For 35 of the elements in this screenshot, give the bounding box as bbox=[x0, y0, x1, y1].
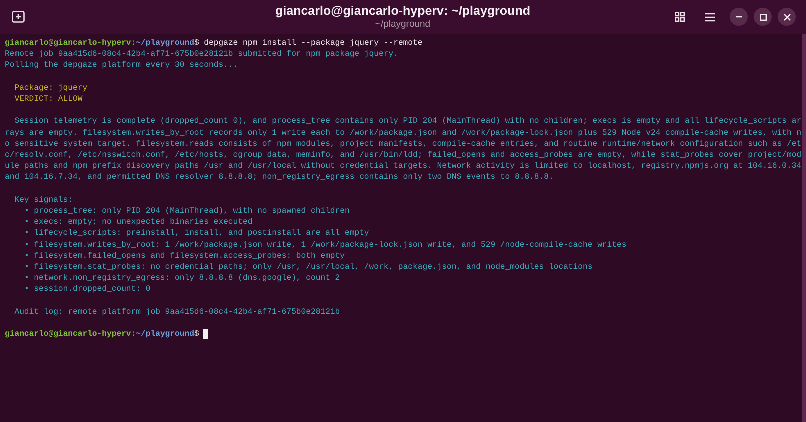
output-text: • session.dropped_count: 0 bbox=[23, 285, 151, 294]
output-text: • filesystem.writes_by_root: 1 /work/package.json write, 1 /work/package-lock.json write, and 529 /node-compile-cache writes bbox=[23, 240, 627, 250]
output-text: Audit log: remote platform job 9aa415d6-08c4-42b4-af71-675b0e28121b bbox=[14, 308, 340, 317]
menu-icon bbox=[705, 12, 715, 22]
output-text: Polling the depgaze platform every 30 seconds... bbox=[5, 61, 238, 70]
minimize-icon bbox=[736, 16, 742, 18]
maximize-button[interactable] bbox=[754, 8, 772, 26]
prompt-path: :~/playground bbox=[131, 39, 194, 48]
scrollbar[interactable] bbox=[802, 34, 806, 422]
new-tab-button[interactable] bbox=[10, 9, 26, 25]
output-text: • filesystem.failed_opens and filesystem.access_probes: both empty bbox=[23, 252, 346, 261]
output-text: Remote job 9aa415d6-08c4-42b4-af71-675b0e28121b submitted for npm package jquery. bbox=[5, 50, 398, 60]
verdict-text: VERDICT: ALLOW bbox=[14, 95, 83, 104]
prompt-path: :~/playground bbox=[131, 330, 194, 340]
close-icon bbox=[784, 14, 790, 20]
prompt-user: giancarlo@giancarlo-hyperv bbox=[5, 39, 132, 48]
output-text: • process_tree: only PID 204 (MainThread), with no spawned children bbox=[23, 207, 350, 216]
output-text: • filesystem.stat_probes: no credential paths; only /usr, /usr/local, /work, package.json, and node_modules locations bbox=[23, 263, 593, 272]
grid-icon bbox=[675, 12, 685, 22]
close-button[interactable] bbox=[778, 8, 796, 26]
maximize-icon bbox=[760, 14, 766, 20]
prompt-symbol: $ bbox=[194, 330, 200, 340]
minimize-button[interactable] bbox=[730, 8, 748, 26]
output-text: Key signals: bbox=[14, 196, 74, 205]
window-subtitle: ~/playground bbox=[375, 19, 431, 31]
output-text: • lifecycle_scripts: preinstall, install, and postinstall are all empty bbox=[23, 229, 370, 238]
new-tab-icon bbox=[12, 11, 24, 23]
output-text: • execs: empty; no unexpected binaries executed bbox=[23, 218, 253, 228]
output-text: • network.non_registry_egress: only 8.8.8.8 (dns.google), count 2 bbox=[23, 274, 340, 284]
prompt-user: giancarlo@giancarlo-hyperv bbox=[5, 330, 132, 340]
output-text: Session telemetry is complete (dropped_count 0), and process_tree contains only PID 204 (MainThread) with no children; execs is empty and all lifecycle_scripts arrays are empty. filesystem.writes_by_root records only 1 write each to /work/package.json and /work/package-lock.json plus 529 Node v24 compile-cache writes, with no sensitive system target. filesystem.reads consists of npm modules, project manifests, compile-cache entries, and routine runtime/network configuration such as /etc/resolv.conf, /etc/nsswitch.conf, /etc/hosts, cgroup data, meminfo, and /usr/bin/ldd; failed_opens and access_probes are empty, while stat_probes cover project/module paths and npm prefix discovery paths /usr and /usr/local without credential targets. Network activity is limited to localhost, registry.npmjs.org at 104.16.0.34 and 104.16.7.34, and permitted DNS resolver 8.8.8.8; non_registry_egress contains only two DNS events to 8.8.8.8. bbox=[5, 117, 803, 182]
window-title: giancarlo@giancarlo-hyperv: ~/playground bbox=[276, 4, 530, 19]
verdict-text: Package: jquery bbox=[14, 84, 88, 93]
command-text: depgaze npm install --package jquery --remote bbox=[203, 39, 423, 48]
prompt-symbol: $ bbox=[194, 39, 200, 48]
